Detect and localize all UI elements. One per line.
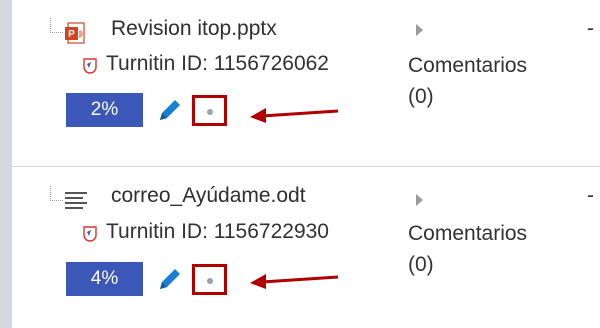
highlight-box — [192, 95, 227, 126]
file-name-link[interactable]: Revision itop.pptx — [111, 17, 277, 41]
turnitin-icon — [83, 226, 97, 242]
turnitin-icon — [83, 58, 97, 74]
comments-link[interactable]: Comentarios (0) — [408, 218, 527, 280]
row-divider — [12, 166, 600, 167]
edit-pencil-icon[interactable] — [156, 265, 184, 293]
file-name-link[interactable]: correo_Ayúdame.odt — [111, 184, 306, 208]
comments-label[interactable]: Comentarios — [408, 222, 527, 245]
highlight-box — [192, 264, 227, 295]
comments-link[interactable]: Comentarios (0) — [408, 50, 527, 112]
expand-arrow-icon[interactable] — [416, 194, 423, 206]
tree-connector — [50, 18, 63, 33]
expand-arrow-icon[interactable] — [416, 24, 423, 36]
trailing-dash: - — [587, 184, 594, 207]
comments-count: (0) — [408, 85, 434, 108]
annotation-arrow — [250, 274, 339, 289]
annotation-arrow — [250, 108, 339, 123]
trailing-dash: - — [587, 17, 594, 40]
similarity-score-badge[interactable]: 2% — [66, 93, 143, 127]
powerpoint-file-icon: P — [65, 22, 85, 44]
svg-text:P: P — [68, 29, 75, 40]
turnitin-id: Turnitin ID: 1156726062 — [106, 52, 329, 75]
similarity-score-badge[interactable]: 4% — [66, 262, 143, 296]
dot-icon[interactable] — [207, 109, 213, 115]
dot-icon[interactable] — [207, 278, 213, 284]
text-document-icon — [65, 192, 87, 209]
turnitin-id: Turnitin ID: 1156722930 — [106, 220, 329, 243]
comments-label[interactable]: Comentarios — [408, 54, 527, 77]
comments-count: (0) — [408, 253, 434, 276]
tree-connector — [50, 186, 63, 201]
edit-pencil-icon[interactable] — [156, 96, 184, 124]
